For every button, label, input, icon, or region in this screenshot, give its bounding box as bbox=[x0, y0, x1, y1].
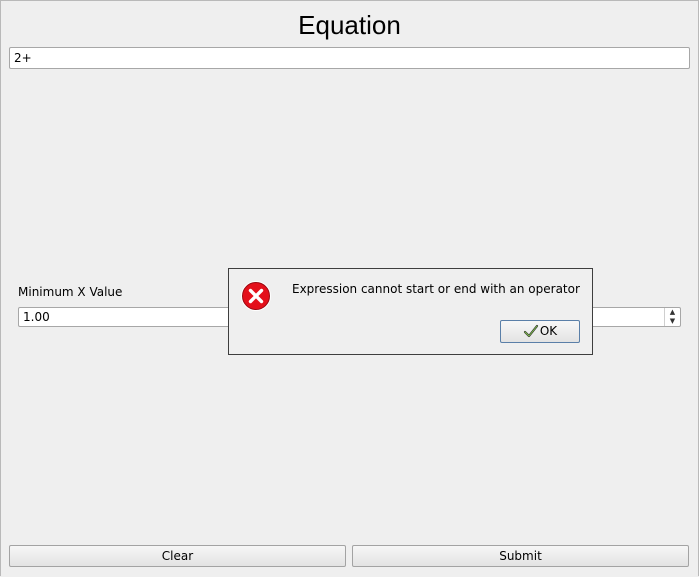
spin-down-icon[interactable]: ▼ bbox=[665, 317, 680, 326]
min-x-input[interactable] bbox=[19, 308, 227, 326]
error-icon bbox=[241, 281, 271, 311]
max-x-spin-arrows[interactable]: ▲ ▼ bbox=[664, 308, 680, 326]
clear-button[interactable]: Clear bbox=[9, 545, 346, 567]
page-title: Equation bbox=[298, 10, 401, 40]
ok-button-label: OK bbox=[539, 324, 558, 338]
ok-button[interactable]: OK bbox=[500, 320, 580, 343]
min-x-spinbox[interactable]: ▲ ▼ bbox=[18, 307, 258, 327]
dialog-message: Expression cannot start or end with an o… bbox=[292, 282, 580, 296]
equation-input[interactable] bbox=[9, 47, 690, 69]
error-dialog: Expression cannot start or end with an o… bbox=[228, 268, 593, 355]
min-x-label: Minimum X Value bbox=[18, 285, 123, 299]
checkmark-icon bbox=[523, 324, 538, 337]
spin-up-icon[interactable]: ▲ bbox=[665, 308, 680, 317]
submit-button[interactable]: Submit bbox=[352, 545, 689, 567]
